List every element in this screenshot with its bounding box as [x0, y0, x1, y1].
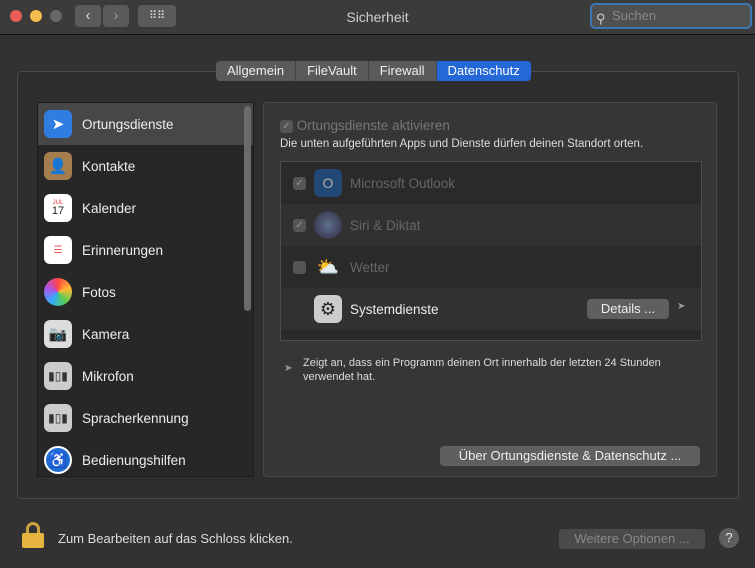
enable-location-checkbox[interactable]: ✓ Ortungsdienste aktivieren [280, 118, 450, 133]
outlook-icon: O [314, 169, 342, 197]
sidebar-item-label: Fotos [82, 284, 116, 300]
lock-icon[interactable] [22, 522, 44, 548]
tab-allgemein[interactable]: Allgemein [216, 61, 297, 81]
sidebar-item-kamera[interactable]: 📷 Kamera [38, 313, 253, 355]
calendar-icon: JUL 17 [44, 194, 72, 222]
app-name: Wetter [350, 259, 390, 275]
app-checkbox[interactable]: ✓ [293, 218, 306, 232]
accessibility-icon: ♿ [44, 446, 72, 474]
weather-icon: ⛅ [316, 256, 340, 277]
app-name: Microsoft Outlook [350, 175, 456, 191]
app-row-outlook: ✓ O Microsoft Outlook [281, 162, 701, 204]
calendar-day: 17 [51, 204, 65, 217]
photos-icon [44, 278, 72, 306]
privacy-category-list: ➤ Ortungsdienste 👤 Kontakte JUL 17 Kalender … [37, 102, 254, 477]
app-row-wetter: ⛅ Wetter [281, 246, 701, 288]
sidebar-item-mikrofon[interactable]: ▮▯▮ Mikrofon [38, 355, 253, 397]
app-list: ✓ O Microsoft Outlook ✓ Siri & Diktat ⛅ Wett… [280, 161, 702, 341]
enable-location-label: Ortungsdienste aktivieren [296, 118, 450, 133]
search-placeholder: Suchen [612, 8, 657, 23]
sidebar-item-kontakte[interactable]: 👤 Kontakte [38, 145, 253, 187]
sidebar-scrollbar[interactable] [244, 106, 251, 311]
app-row-siri: ✓ Siri & Diktat [281, 204, 701, 246]
sidebar-item-erinnerungen[interactable]: ☰ Erinnerungen [38, 229, 253, 271]
microphone-icon: ▮▯▮ [44, 362, 72, 390]
location-arrow-icon: ➤ [677, 301, 686, 312]
sidebar-item-label: Kamera [82, 326, 130, 342]
sidebar-item-label: Mikrofon [82, 368, 134, 384]
location-arrow-icon: ➤ [284, 363, 293, 374]
app-name: Siri & Diktat [350, 217, 421, 233]
system-preferences-icon: ⚙ [314, 295, 342, 323]
location-services-pane: ✓ Ortungsdienste aktivieren Die unten au… [263, 102, 717, 477]
siri-icon [314, 211, 342, 239]
location-legend: Zeigt an, dass ein Programm deinen Ort i… [303, 357, 661, 383]
app-checkbox[interactable]: ✓ [293, 176, 306, 190]
sidebar-item-label: Kontakte [82, 158, 136, 174]
sidebar-item-label: Spracherkennung [82, 410, 189, 426]
reminders-icon: ☰ [44, 236, 72, 264]
location-arrow-icon: ➤ [44, 110, 72, 138]
sidebar-item-label: Ortungsdienste [82, 116, 174, 132]
search-input[interactable]: ⚲ Suchen [590, 3, 752, 29]
tab-bar: Allgemein FileVault Firewall Datenschutz [216, 61, 531, 81]
details-button[interactable]: Details ... [587, 299, 669, 319]
location-description: Die unten aufgeführten Apps und Dienste … [280, 138, 644, 150]
sidebar-item-label: Bedienungshilfen [82, 452, 186, 468]
sidebar-item-spracherkennung[interactable]: ▮▯▮ Spracherkennung [38, 397, 253, 439]
sidebar-item-label: Erinnerungen [82, 242, 164, 258]
about-location-privacy-button[interactable]: Über Ortungsdienste & Datenschutz ... [440, 446, 700, 466]
sidebar-item-label: Kalender [82, 200, 137, 216]
tab-firewall[interactable]: Firewall [369, 61, 437, 81]
search-icon: ⚲ [596, 11, 606, 26]
camera-icon: 📷 [44, 320, 72, 348]
tab-datenschutz[interactable]: Datenschutz [436, 61, 531, 81]
app-row-systemdienste: ⚙ Systemdienste Details ... ➤ [281, 288, 701, 330]
help-button[interactable]: ? [719, 528, 739, 548]
sidebar-item-fotos[interactable]: Fotos [38, 271, 253, 313]
speech-recognition-icon: ▮▯▮ [44, 404, 72, 432]
checkbox-checked: ✓ [280, 119, 293, 133]
sidebar-item-kalender[interactable]: JUL 17 Kalender [38, 187, 253, 229]
app-checkbox[interactable] [293, 260, 306, 274]
title-bar: ‹ › ⠿⠿ Sicherheit ⚲ Suchen [0, 0, 755, 35]
app-name: Systemdienste [350, 301, 439, 317]
contacts-icon: 👤 [44, 152, 72, 180]
more-options-button[interactable]: Weitere Optionen ... [559, 529, 705, 549]
tab-filevault[interactable]: FileVault [296, 61, 369, 81]
sidebar-item-ortungsdienste[interactable]: ➤ Ortungsdienste [38, 103, 253, 145]
sidebar-item-bedienungshilfen[interactable]: ♿ Bedienungshilfen [38, 439, 253, 476]
lock-text: Zum Bearbeiten auf das Schloss klicken. [58, 531, 293, 546]
